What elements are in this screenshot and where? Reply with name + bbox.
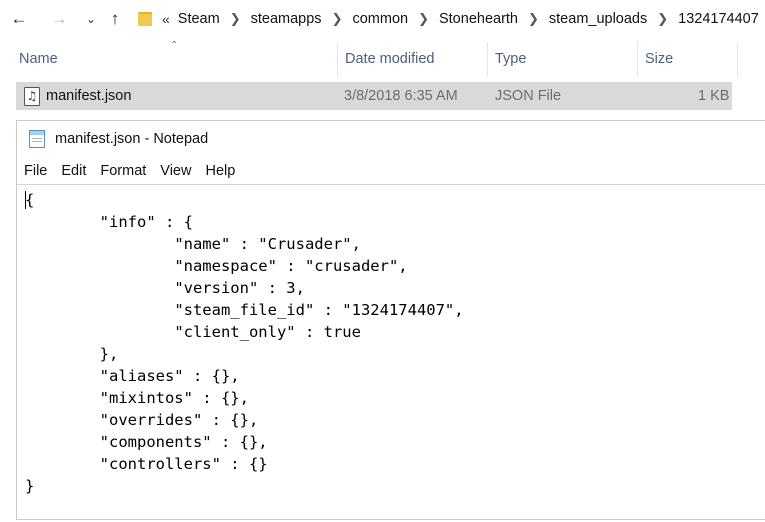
notepad-icon xyxy=(29,130,45,148)
column-divider[interactable] xyxy=(737,42,738,76)
chevron-right-icon[interactable]: ❯ xyxy=(528,11,539,27)
forward-arrow-icon[interactable]: → xyxy=(48,8,70,30)
recent-locations-chevron-icon[interactable]: ⌄ xyxy=(80,8,102,30)
window-title: manifest.json - Notepad xyxy=(55,131,209,147)
menu-format[interactable]: Format xyxy=(93,163,153,179)
file-row[interactable]: ♫ manifest.json 3/8/2018 6:35 AM JSON Fi… xyxy=(16,82,732,110)
column-headers: ⌃ Name Date modified Type Size xyxy=(0,40,765,76)
file-type: JSON File xyxy=(495,88,562,104)
breadcrumb-overflow-icon[interactable]: « xyxy=(162,11,170,27)
explorer-navbar: ← → ⌄ ↑ « Steam ❯ steamapps ❯ common ❯ S… xyxy=(0,0,765,38)
chevron-right-icon[interactable]: ❯ xyxy=(332,11,343,27)
chevron-right-icon[interactable]: ❯ xyxy=(657,11,668,27)
back-arrow-icon[interactable]: ← xyxy=(8,8,30,30)
file-date: 3/8/2018 6:35 AM xyxy=(344,88,458,104)
column-divider[interactable] xyxy=(337,42,338,76)
notepad-titlebar[interactable]: manifest.json - Notepad xyxy=(17,121,765,157)
menu-view[interactable]: View xyxy=(153,163,198,179)
file-size: 1 KB xyxy=(698,88,730,104)
menu-bar: File Edit Format View Help xyxy=(17,159,765,183)
breadcrumb-item-steamapps[interactable]: steamapps xyxy=(251,11,322,27)
menu-file[interactable]: File xyxy=(17,163,54,179)
column-divider[interactable] xyxy=(637,42,638,76)
chevron-right-icon[interactable]: ❯ xyxy=(418,11,429,27)
menu-help[interactable]: Help xyxy=(198,163,242,179)
notepad-window: manifest.json - Notepad File Edit Format… xyxy=(16,120,765,520)
breadcrumb-item-common[interactable]: common xyxy=(352,11,408,27)
editor-content[interactable]: { "info" : { "name" : "Crusader", "names… xyxy=(25,189,464,497)
json-file-icon: ♫ xyxy=(24,87,40,106)
sort-ascending-icon: ⌃ xyxy=(170,40,179,51)
column-divider[interactable] xyxy=(487,42,488,76)
column-header-type[interactable]: Type xyxy=(495,42,526,76)
address-bar[interactable]: « Steam ❯ steamapps ❯ common ❯ Stonehear… xyxy=(132,6,765,32)
chevron-right-icon[interactable]: ❯ xyxy=(230,11,241,27)
column-header-size[interactable]: Size xyxy=(645,42,673,76)
up-arrow-icon[interactable]: ↑ xyxy=(104,8,126,30)
text-editor-area[interactable]: { "info" : { "name" : "Crusader", "names… xyxy=(17,184,765,522)
column-header-name[interactable]: Name xyxy=(19,42,58,76)
menu-edit[interactable]: Edit xyxy=(54,163,93,179)
file-name: manifest.json xyxy=(46,88,132,104)
breadcrumb-item-stonehearth[interactable]: Stonehearth xyxy=(439,11,518,27)
folder-icon xyxy=(138,12,152,26)
column-header-date[interactable]: Date modified xyxy=(345,42,434,76)
breadcrumb-item-steam-uploads[interactable]: steam_uploads xyxy=(549,11,647,27)
breadcrumb-item-file-id[interactable]: 1324174407 xyxy=(678,11,759,27)
breadcrumb-item-steam[interactable]: Steam xyxy=(178,11,220,27)
